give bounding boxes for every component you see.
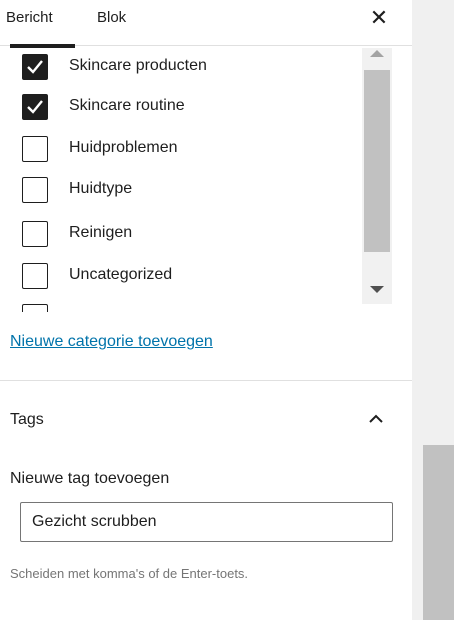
category-label: Skincare producten [69,57,207,74]
tab-bericht[interactable]: Bericht [6,7,53,29]
checkbox-unchecked[interactable] [22,304,48,312]
checkbox-unchecked[interactable] [22,177,48,203]
tag-input[interactable] [20,502,393,542]
section-divider [0,380,412,381]
category-label: Huidtype [69,180,133,197]
close-icon[interactable]: ✕ [365,4,393,32]
category-label: Reinigen [69,224,133,241]
checkbox-unchecked[interactable] [22,221,48,247]
chevron-up-icon[interactable] [362,407,390,431]
category-list: Skincare producten Skincare routine Huid… [0,48,412,312]
checkbox-unchecked[interactable] [22,263,48,289]
add-category-link[interactable]: Nieuwe categorie toevoegen [10,333,213,351]
category-scrollbar-thumb[interactable] [364,70,390,252]
outer-scrollbar-thumb[interactable] [423,445,454,620]
scroll-up-arrow-icon[interactable] [370,50,384,57]
checkmark-icon [27,60,43,74]
category-scrollbar[interactable] [362,48,392,304]
category-label: Uncategorized [69,266,173,283]
new-tag-label: Nieuwe tag toevoegen [10,470,170,487]
settings-sidebar: Bericht Blok ✕ Skincare producten Skinca… [0,0,412,620]
checkmark-icon [27,100,43,114]
checkbox-unchecked[interactable] [22,136,48,162]
tags-section-title[interactable]: Tags [10,411,44,429]
sidebar-tabs: Bericht Blok ✕ [0,0,412,48]
checkbox-checked[interactable] [22,94,48,120]
tab-blok[interactable]: Blok [97,7,126,29]
category-label: Skincare routine [69,97,185,114]
scroll-down-arrow-icon[interactable] [370,286,384,293]
checkbox-checked[interactable] [22,54,48,80]
tag-help-text: Scheiden met komma's of de Enter-toets. [10,566,249,581]
category-label: Huidproblemen [69,139,178,156]
